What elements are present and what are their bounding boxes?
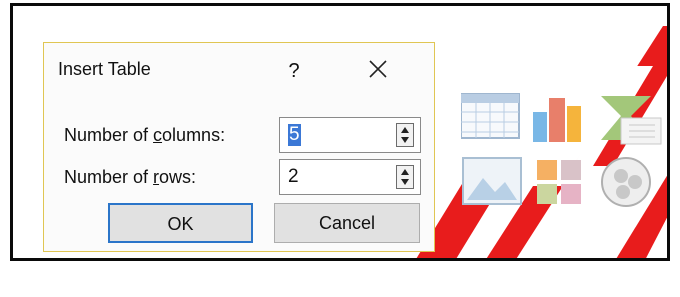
chart-icon	[533, 98, 581, 142]
cancel-button[interactable]: Cancel	[274, 203, 420, 243]
ok-button[interactable]: OK	[108, 203, 253, 243]
close-button[interactable]	[360, 55, 396, 85]
spin-down-icon[interactable]	[401, 179, 409, 185]
spin-down-icon[interactable]	[401, 137, 409, 143]
spin-up-icon[interactable]	[401, 127, 409, 133]
rows-spin-buttons[interactable]	[396, 165, 414, 189]
spin-up-icon[interactable]	[401, 169, 409, 175]
columns-label: Number of columns:	[64, 125, 226, 145]
table-icon	[461, 93, 520, 139]
columns-spin-buttons[interactable]	[396, 123, 414, 147]
dialog-title: Insert Table	[58, 59, 151, 79]
slide-frame: Insert Table ? Number of columns: 5 Numb…	[10, 3, 670, 261]
rows-label: Number of rows:	[64, 167, 197, 187]
help-button[interactable]: ?	[281, 56, 307, 86]
video-icon	[601, 157, 651, 207]
content-placeholder-icons	[461, 93, 662, 207]
rows-spinner[interactable]: 2	[279, 159, 421, 195]
online-pictures-icon	[537, 160, 581, 204]
rows-input[interactable]: 2	[288, 166, 299, 188]
dialog-titlebar: Insert Table ?	[44, 43, 434, 95]
columns-spinner[interactable]: 5	[279, 117, 421, 153]
columns-input[interactable]: 5	[288, 124, 301, 146]
picture-icon	[462, 157, 522, 205]
smartart-icon	[601, 96, 662, 145]
insert-table-dialog: Insert Table ? Number of columns: 5 Numb…	[43, 42, 435, 252]
close-icon	[369, 60, 387, 78]
